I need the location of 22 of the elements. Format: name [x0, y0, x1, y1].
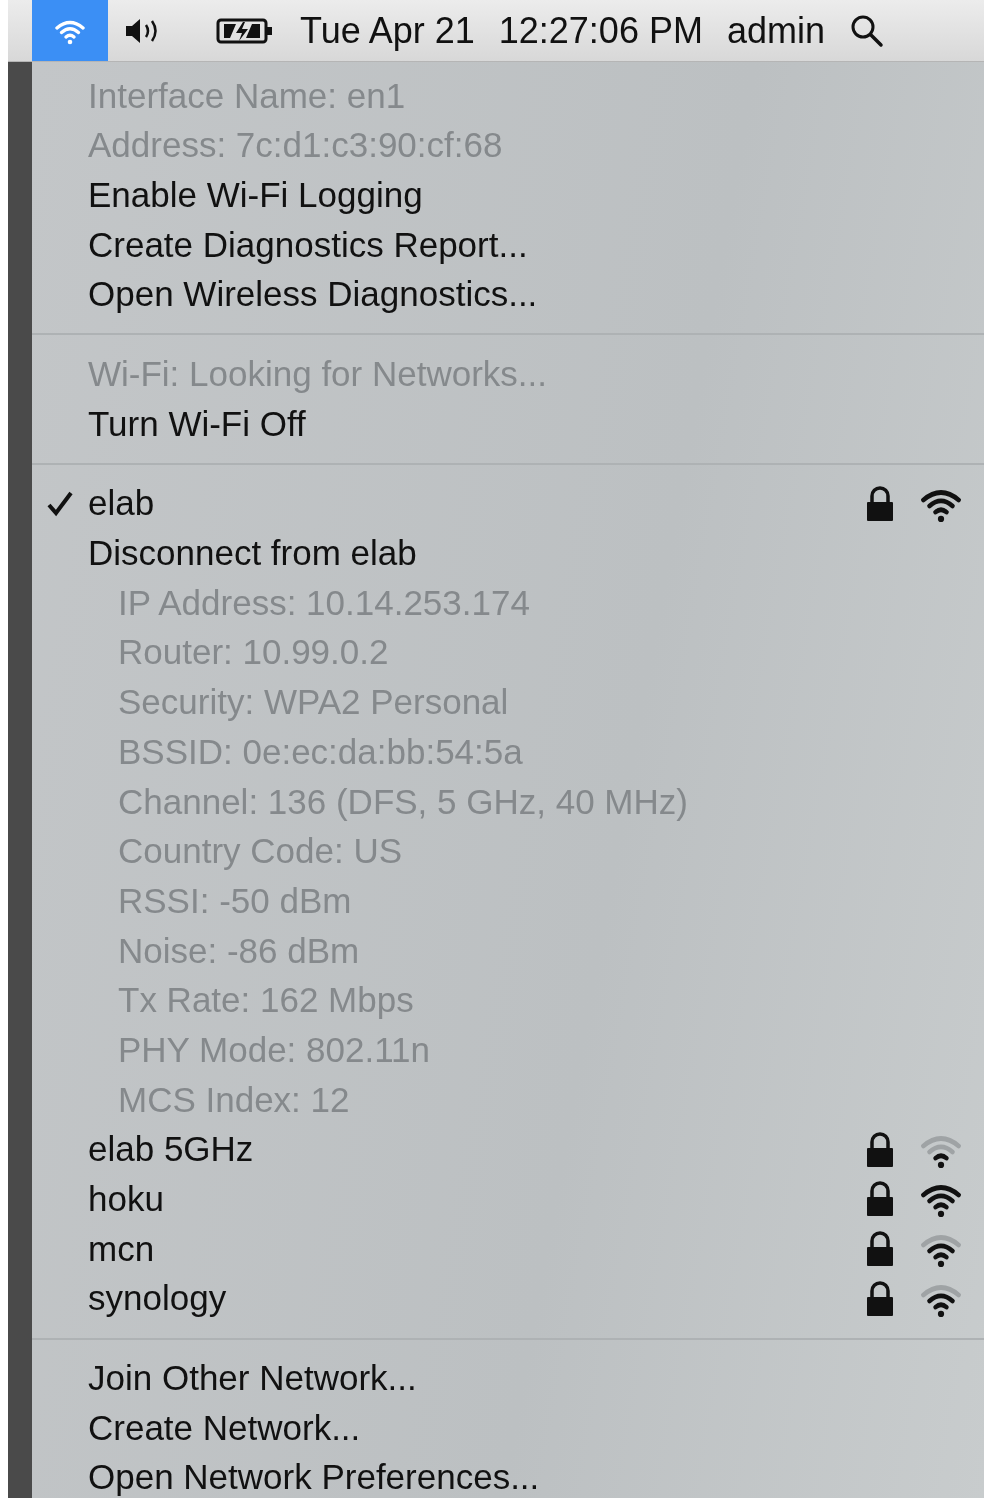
network-detail-text: Security: WPA2 Personal [118, 681, 510, 724]
network-detail-text: BSSID: 0e:ec:da:bb:54:5a [118, 730, 524, 773]
network-detail-text: RSSI: -50 dBm [118, 879, 353, 922]
network-detail-text: IP Address: 10.14.253.174 [118, 581, 531, 624]
network-detail-text: Router: 10.99.0.2 [118, 631, 390, 674]
date-text: Tue Apr 21 [300, 8, 475, 53]
network-detail-text: Channel: 136 (DFS, 5 GHz, 40 MHz) [118, 780, 689, 823]
network-item[interactable]: elab [88, 477, 866, 530]
wifi-status-icon[interactable] [32, 0, 108, 61]
network-detail-text: Tx Rate: 162 Mbps [118, 979, 415, 1022]
info-text: Address: 7c:d1:c3:90:cf:68 [88, 124, 504, 167]
network-detail-text: MCS Index: 12 [118, 1078, 351, 1121]
network-detail-text: Country Code: US [118, 830, 404, 873]
network-item[interactable]: elab 5GHz [88, 1123, 866, 1176]
info-text: Interface Name: en1 [88, 74, 407, 117]
user-name[interactable]: admin [726, 3, 825, 58]
menu-item[interactable]: Turn Wi-Fi Off [88, 397, 964, 451]
info-text: Wi-Fi: Looking for Networks... [88, 353, 548, 396]
menu-item[interactable]: Disconnect from elab [88, 527, 964, 580]
clock-text: 12:27:06 PM [498, 8, 703, 53]
network-detail-text: PHY Mode: 802.11n [118, 1028, 431, 1071]
network-detail-text: Noise: -86 dBm [118, 929, 361, 972]
